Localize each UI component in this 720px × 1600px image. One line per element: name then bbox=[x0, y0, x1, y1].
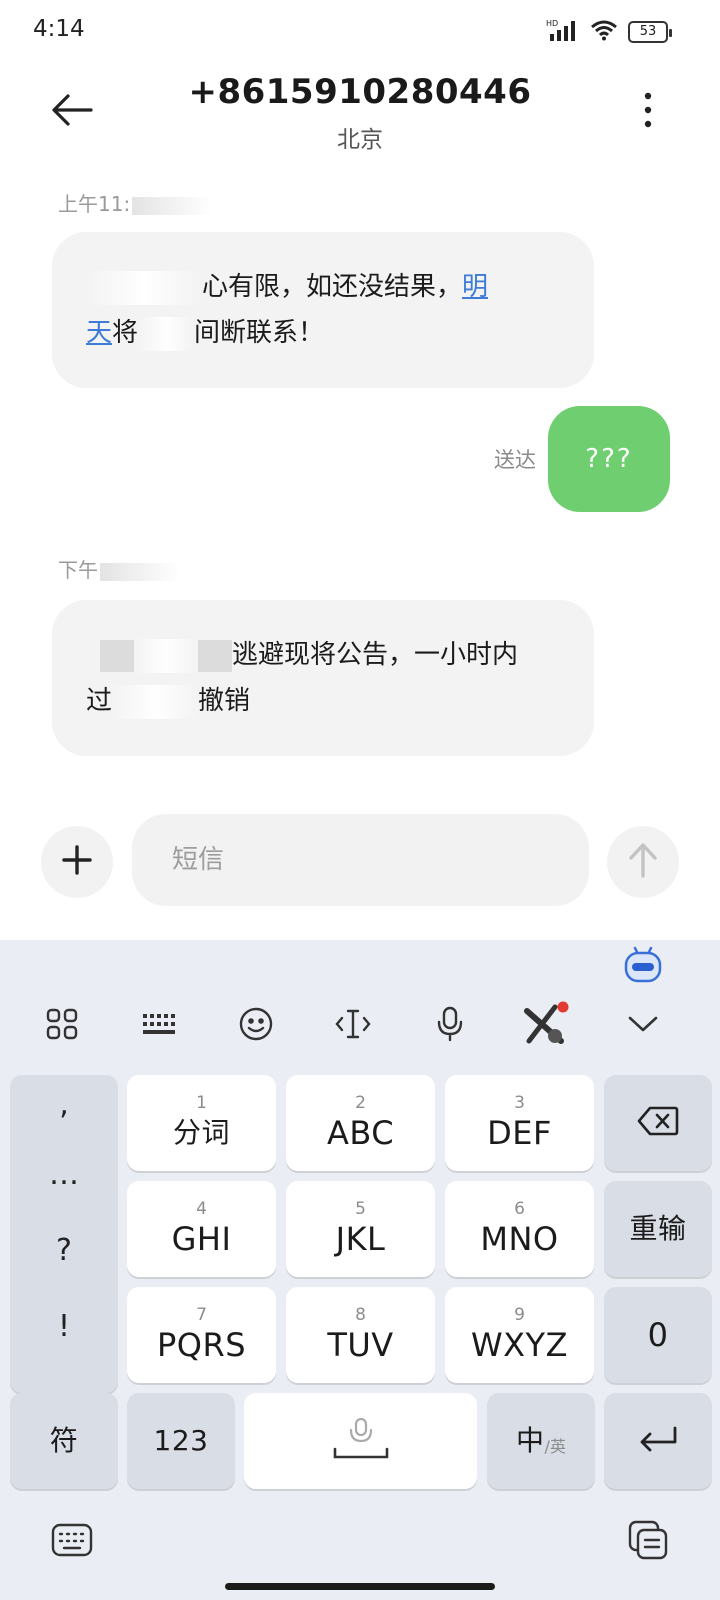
numbers-key[interactable]: 123 bbox=[127, 1393, 235, 1489]
contact-location: 北京 bbox=[337, 127, 383, 153]
space-mic-icon bbox=[332, 1417, 390, 1465]
voice-input-button[interactable] bbox=[418, 990, 482, 1062]
message-line: 逃避现将公告，一小时内 bbox=[86, 632, 560, 678]
outgoing-message-row: 送达 ??? bbox=[494, 406, 670, 512]
enter-key[interactable] bbox=[604, 1393, 712, 1489]
sms-input[interactable] bbox=[132, 814, 589, 906]
cursor-edit-button[interactable] bbox=[321, 990, 385, 1062]
redaction bbox=[198, 639, 232, 672]
more-options-button[interactable] bbox=[628, 84, 668, 140]
ai-badge-icon bbox=[521, 1001, 571, 1051]
text-cursor-icon bbox=[335, 1007, 371, 1045]
incoming-message-bubble[interactable]: 心有限，如还没结果，明 天将 间断联系！ bbox=[52, 232, 594, 388]
status-icons: HD 53 bbox=[546, 18, 672, 46]
clipboard-icon bbox=[628, 1520, 668, 1564]
redaction bbox=[100, 562, 180, 581]
status-bar: 4:14 HD 53 bbox=[0, 0, 720, 62]
redaction bbox=[132, 196, 213, 215]
battery-icon: 53 bbox=[628, 21, 672, 43]
svg-text:HD: HD bbox=[546, 19, 558, 28]
home-indicator[interactable] bbox=[225, 1583, 495, 1590]
message-timestamp: 上午11: bbox=[58, 188, 213, 217]
smiley-icon bbox=[239, 1007, 273, 1045]
key-2[interactable]: 2 ABC bbox=[286, 1075, 435, 1171]
microphone-icon bbox=[436, 1006, 464, 1046]
delivery-status: 送达 bbox=[494, 448, 536, 472]
redaction bbox=[112, 684, 199, 719]
key-1[interactable]: 1 分词 bbox=[127, 1075, 276, 1171]
backspace-icon bbox=[637, 1106, 679, 1140]
cellular-signal-icon: HD bbox=[546, 18, 580, 46]
grid-icon bbox=[46, 1008, 78, 1044]
punct-ellipsis[interactable]: … bbox=[10, 1157, 118, 1192]
keyboard-bottom-bar bbox=[0, 1510, 720, 1580]
chevron-down-icon bbox=[627, 1014, 659, 1038]
more-vertical-icon bbox=[644, 92, 652, 132]
redaction bbox=[100, 639, 134, 672]
punctuation-column[interactable]: , … ? ! bbox=[10, 1075, 118, 1393]
redaction bbox=[86, 270, 202, 305]
message-line: 过撤销 bbox=[86, 678, 560, 724]
symbols-key[interactable]: 符 bbox=[10, 1393, 118, 1489]
punct-question[interactable]: ? bbox=[10, 1233, 118, 1268]
send-button[interactable] bbox=[607, 826, 679, 898]
message-line: 天将 间断联系！ bbox=[86, 310, 560, 356]
enter-icon bbox=[638, 1425, 678, 1457]
ime-keyboard: , … ? ! 1 分词 2 ABC 3 DEF 4 GHI 5 JKL 6 M… bbox=[0, 940, 720, 1600]
key-4[interactable]: 4 GHI bbox=[127, 1181, 276, 1277]
key-0[interactable]: 0 bbox=[604, 1287, 712, 1383]
clipboard-button[interactable] bbox=[626, 1520, 670, 1564]
keyboard-icon bbox=[51, 1523, 93, 1561]
punct-comma[interactable]: , bbox=[10, 1087, 118, 1122]
message-timestamp: 下午 bbox=[58, 554, 180, 583]
conversation-header: +8615910280446 北京 bbox=[0, 62, 720, 172]
space-key[interactable] bbox=[244, 1393, 477, 1489]
date-link[interactable]: 明 bbox=[462, 272, 488, 302]
redaction bbox=[138, 316, 195, 351]
key-5[interactable]: 5 JKL bbox=[286, 1181, 435, 1277]
language-switch-key[interactable]: 中 /英 bbox=[487, 1393, 595, 1489]
keyboard-switch-button[interactable] bbox=[50, 1520, 94, 1564]
message-line: 心有限，如还没结果，明 bbox=[86, 264, 560, 310]
backspace-key[interactable] bbox=[604, 1075, 712, 1171]
contact-phone-number[interactable]: +8615910280446 bbox=[0, 72, 720, 112]
ai-feature-button[interactable] bbox=[514, 990, 578, 1062]
key-8[interactable]: 8 TUV bbox=[286, 1287, 435, 1383]
key-6[interactable]: 6 MNO bbox=[445, 1181, 594, 1277]
emoji-button[interactable] bbox=[224, 990, 288, 1062]
keyboard-layout-button[interactable] bbox=[127, 990, 191, 1062]
redaction bbox=[134, 638, 198, 673]
outgoing-message-bubble[interactable]: ??? bbox=[548, 406, 670, 512]
keyboard-assistant-icon[interactable] bbox=[624, 944, 662, 984]
punct-exclamation[interactable]: ! bbox=[10, 1309, 118, 1344]
keyboard-grid-icon bbox=[142, 1013, 176, 1039]
plus-icon bbox=[61, 844, 93, 880]
message-composer bbox=[0, 814, 720, 908]
collapse-keyboard-button[interactable] bbox=[611, 990, 675, 1062]
keyboard-toolbar bbox=[0, 990, 720, 1062]
arrow-up-icon bbox=[628, 842, 658, 882]
add-attachment-button[interactable] bbox=[41, 826, 113, 898]
reenter-key[interactable]: 重输 bbox=[604, 1181, 712, 1277]
wifi-icon bbox=[590, 19, 618, 45]
key-7[interactable]: 7 PQRS bbox=[127, 1287, 276, 1383]
apps-grid-button[interactable] bbox=[30, 990, 94, 1062]
status-time: 4:14 bbox=[33, 16, 85, 42]
date-link[interactable]: 天 bbox=[86, 318, 112, 348]
key-3[interactable]: 3 DEF bbox=[445, 1075, 594, 1171]
incoming-message-bubble[interactable]: 逃避现将公告，一小时内 过撤销 bbox=[52, 600, 594, 756]
key-9[interactable]: 9 WXYZ bbox=[445, 1287, 594, 1383]
